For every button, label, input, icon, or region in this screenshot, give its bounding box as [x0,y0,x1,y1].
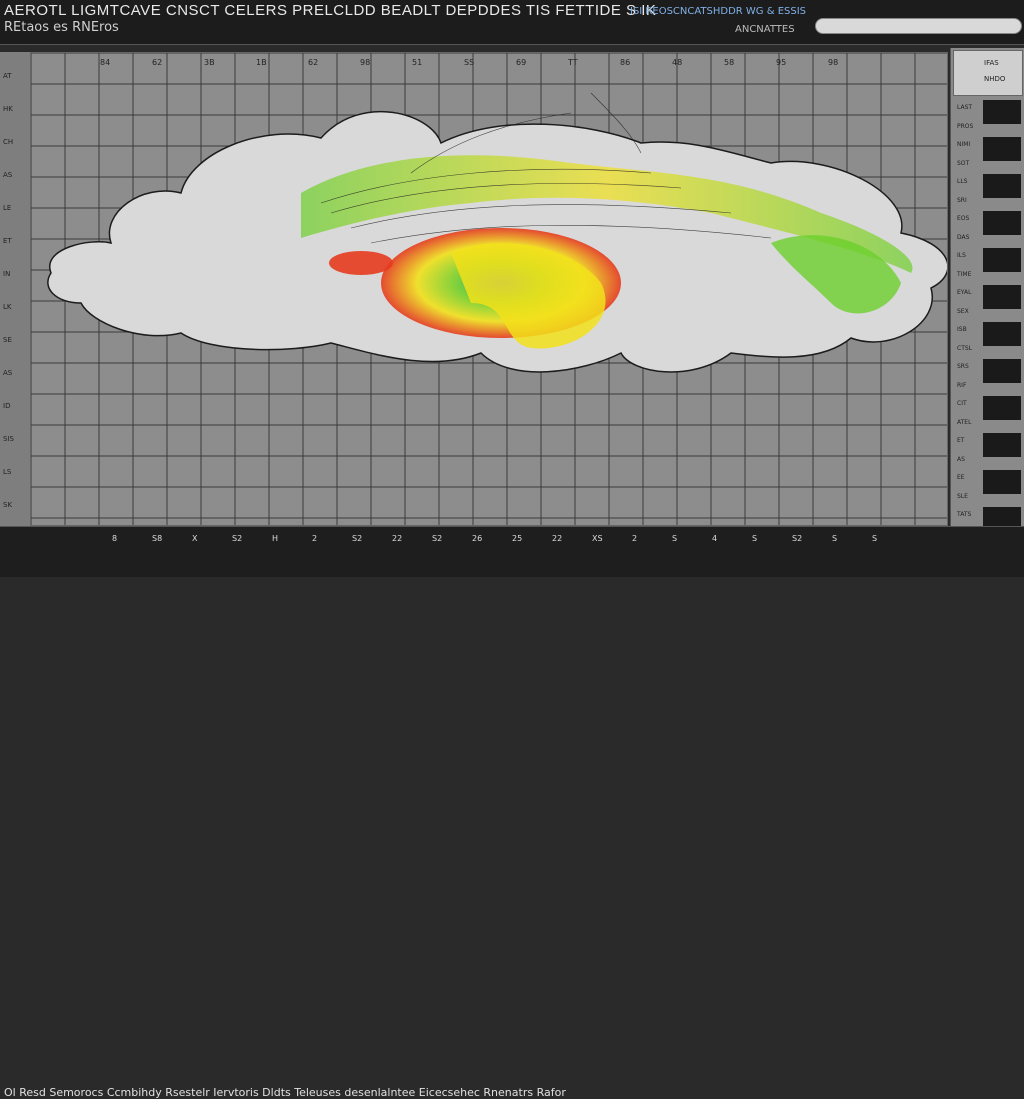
panel-row-label: SOT [957,159,970,167]
status-readout: ISI REOSCNCATSHDDR WG & ESSIS [630,6,807,17]
x-tick-label: S8 [152,534,163,543]
top-tick-label: SS [464,58,475,67]
top-tick-label: 58 [724,58,735,67]
y-tick-label: AS [3,369,13,377]
panel-header-line: NHDO [984,75,1006,83]
radar-cloud-visualization [31,53,947,525]
panel-header-line: IFAS [984,59,999,67]
top-tick-label: 51 [412,58,423,67]
panel-header: IFAS NHDO [953,50,1023,96]
x-tick-label: H [272,534,279,543]
y-tick-label: HK [3,105,13,113]
y-tick-label: SIS [3,435,14,443]
top-tick-label: 86 [620,58,631,67]
panel-row-label: LLS [957,178,968,185]
top-tick-label: 98 [828,58,839,67]
top-tick-label: 62 [152,58,163,67]
panel-row-label: ILS [957,252,966,259]
visualization-canvas[interactable] [30,52,948,526]
x-tick-label: S2 [352,534,363,543]
waveform-track[interactable] [983,396,1021,420]
x-tick-label: X [192,534,198,543]
y-tick-label: LK [3,303,12,311]
x-tick-label: 22 [552,534,563,543]
panel-row-label: CIT [957,400,967,407]
app-title: AEROTL LIGMTCAVE CNSCT CELERS PRELCLDD B… [4,2,657,19]
panel-row-label: TIME [957,270,972,278]
panel-row-label: PROS [957,122,974,130]
top-tick-label: 95 [776,58,787,67]
y-tick-label: IN [3,270,11,278]
x-tick-label: 26 [472,534,483,543]
y-tick-label: AT [3,72,12,80]
top-tick-label: 62 [308,58,319,67]
x-tick-label: S [672,534,678,543]
top-tick-label: 69 [516,58,527,67]
x-tick-label: 4 [712,534,718,543]
y-tick-label: AS [3,171,13,179]
search-input[interactable] [815,18,1022,34]
top-tick-label: TT [568,58,578,67]
x-tick-label: XS [592,534,603,543]
waveform-track[interactable] [983,211,1021,235]
y-tick-label: LS [3,468,12,476]
waveform-track[interactable] [983,359,1021,383]
panel-row-label: SLE [957,492,968,500]
x-tick-label: S [832,534,838,543]
waveform-track[interactable] [983,470,1021,494]
panel-row-label: SRI [957,196,967,204]
top-tick-label: 1B [256,58,267,67]
waveform-track[interactable] [983,174,1021,198]
waveform-track[interactable] [983,100,1021,124]
panel-row-label: NIMI [957,141,971,148]
y-tick-label: SK [3,501,13,509]
panel-row-label: ET [957,437,965,444]
panel-row-label: EYAL [957,289,972,296]
x-tick-label: 8 [112,534,118,543]
panel-row-label: DAS [957,233,970,241]
x-tick-label: S2 [232,534,243,543]
title-bar: AEROTL LIGMTCAVE CNSCT CELERS PRELCLDD B… [0,0,1024,45]
panel-row-label: LAST [957,104,973,111]
panel-row-label: AS [957,455,965,463]
top-tick-label: 98 [360,58,371,67]
top-tick-label: 48 [672,58,683,67]
x-tick-label: 2 [632,534,638,543]
x-tick-label: S2 [432,534,443,543]
y-tick-label: CH [3,138,14,146]
panel-row-label: EE [957,474,965,481]
x-tick-label: S2 [792,534,803,543]
waveform-track[interactable] [983,322,1021,346]
x-tick-label: S [752,534,758,543]
panel-row-label: TATS [957,511,972,518]
waveform-track[interactable] [983,285,1021,309]
panel-row-label: SEX [957,307,969,315]
x-tick-label: S [872,534,878,543]
top-tick-label: 84 [100,58,111,67]
waveform-track[interactable] [983,248,1021,272]
panel-row-label: SRS [957,363,969,370]
panel-row-label: EOS [957,215,970,222]
y-tick-label: ID [3,402,11,410]
right-side-panel: IFAS NHDO LAST PROS NIMI SOT LLS SRI EOS DAS ILS T… [950,48,1024,548]
storm-red-spot [329,251,393,275]
panel-row-label: ATEL [957,418,972,426]
x-tick-label: 2 [312,534,318,543]
x-tick-label: 22 [392,534,403,543]
top-tick-label: 3B [204,58,215,67]
panel-row-label: CTSL [957,344,973,352]
left-axis-panel: AT HK CH AS LE ET IN LK SE AS ID SIS LS SK [0,52,31,532]
status-subreadout: ANCNATTES [735,24,795,35]
waveform-track[interactable] [983,137,1021,161]
app-subtitle: REtaos es RNEros [4,20,119,35]
footer-caption: Ol Resd Semorocs Ccmbihdy Rsestelr Iervt… [4,1086,566,1099]
y-tick-label: LE [3,204,12,212]
panel-row-label: ISB [957,326,967,333]
x-tick-label: 25 [512,534,523,543]
waveform-track[interactable] [983,433,1021,457]
panel-row-label: RIF [957,381,967,389]
y-tick-label: SE [3,336,12,344]
y-tick-label: ET [3,237,12,245]
